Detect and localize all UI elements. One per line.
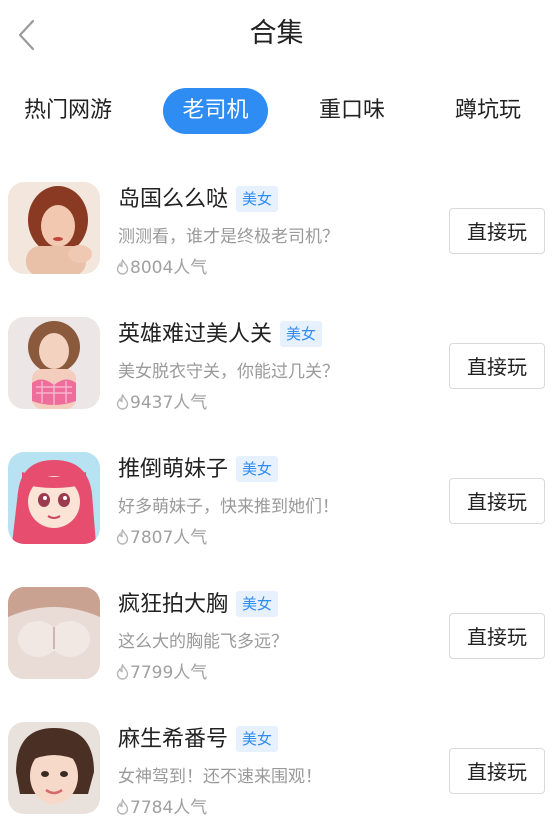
- flame-icon: [116, 527, 129, 545]
- popularity: 8004人气: [116, 256, 207, 280]
- play-button[interactable]: 直接玩: [449, 343, 545, 389]
- popularity: 7784人气: [116, 796, 207, 820]
- play-button[interactable]: 直接玩: [449, 748, 545, 794]
- game-thumbnail[interactable]: [8, 587, 100, 679]
- play-button[interactable]: 直接玩: [449, 478, 545, 524]
- game-description: 这么大的胸能飞多远？: [118, 632, 288, 652]
- category-badge: 美女: [236, 186, 279, 212]
- game-title: 英雄难过美人关 美女: [118, 319, 323, 351]
- game-title: 推倒萌妹子 美女: [118, 454, 279, 486]
- tab-hot-online[interactable]: 热门网游: [18, 88, 118, 134]
- category-badge: 美女: [280, 321, 323, 347]
- game-title: 麻生希番号 美女: [118, 724, 279, 756]
- game-description: 美女脱衣守关，你能过几关？: [118, 362, 339, 382]
- game-thumbnail[interactable]: [8, 182, 100, 274]
- popularity: 7799人气: [116, 661, 207, 685]
- category-tabs: 热门网游 老司机 重口味 蹲坑玩: [0, 88, 553, 136]
- category-badge: 美女: [236, 726, 279, 752]
- game-description: 测测看，谁才是终极老司机？: [118, 227, 339, 247]
- popularity: 9437人气: [116, 391, 207, 415]
- header: 合集: [0, 0, 553, 70]
- list-item[interactable]: 麻生希番号 美女 女神驾到！还不速来围观！ 7784人气 直接玩: [0, 710, 553, 830]
- flame-icon: [116, 797, 129, 815]
- list-item[interactable]: 疯狂拍大胸 美女 这么大的胸能飞多远？ 7799人气 直接玩: [0, 575, 553, 695]
- category-badge: 美女: [236, 456, 279, 482]
- page-title: 合集: [249, 18, 304, 49]
- flame-icon: [116, 662, 129, 680]
- tab-old-driver[interactable]: 老司机: [163, 88, 268, 134]
- tab-heavy-taste[interactable]: 重口味: [314, 88, 390, 134]
- game-thumbnail[interactable]: [8, 452, 100, 544]
- game-title: 疯狂拍大胸 美女: [118, 589, 279, 621]
- game-description: 女神驾到！还不速来围观！: [118, 767, 322, 787]
- game-title: 岛国么么哒 美女: [118, 184, 279, 216]
- list-item[interactable]: 英雄难过美人关 美女 美女脱衣守关，你能过几关？ 9437人气 直接玩: [0, 305, 553, 425]
- flame-icon: [116, 392, 129, 410]
- play-button[interactable]: 直接玩: [449, 208, 545, 254]
- game-thumbnail[interactable]: [8, 317, 100, 409]
- category-badge: 美女: [236, 591, 279, 617]
- popularity: 7807人气: [116, 526, 207, 550]
- game-thumbnail[interactable]: [8, 722, 100, 814]
- play-button[interactable]: 直接玩: [449, 613, 545, 659]
- tab-squat-play[interactable]: 蹲坑玩: [450, 88, 526, 134]
- list-item[interactable]: 推倒萌妹子 美女 好多萌妹子，快来推到她们！ 7807人气 直接玩: [0, 440, 553, 560]
- game-description: 好多萌妹子，快来推到她们！: [118, 497, 339, 517]
- list-item[interactable]: 岛国么么哒 美女 测测看，谁才是终极老司机？ 8004人气 直接玩: [0, 170, 553, 290]
- flame-icon: [116, 257, 129, 275]
